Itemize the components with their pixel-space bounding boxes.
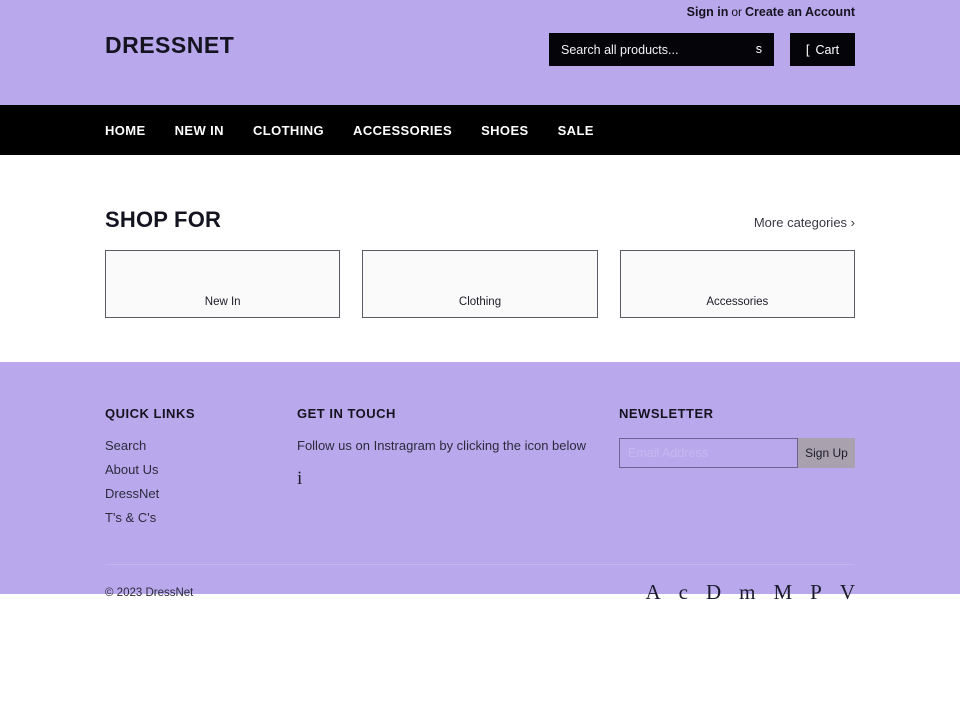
- maestro-icon: m: [739, 580, 756, 604]
- account-links: Sign in or Create an Account: [687, 5, 855, 19]
- cart-button[interactable]: [ Cart: [790, 33, 855, 66]
- search-input[interactable]: [561, 42, 741, 57]
- site-footer: QUICK LINKS Search About Us DressNet T's…: [0, 362, 960, 603]
- email-field[interactable]: [619, 438, 798, 468]
- more-categories-link[interactable]: More categories ›: [754, 215, 855, 230]
- mastercard-icon: M: [773, 580, 793, 604]
- category-card-label: Clothing: [458, 296, 502, 308]
- get-in-touch-title: GET IN TOUCH: [297, 406, 396, 421]
- nav-inner: HOME NEW IN CLOTHING ACCESSORIES SHOES S…: [105, 105, 855, 155]
- nav-item-clothing[interactable]: CLOTHING: [253, 123, 324, 138]
- footer-column-newsletter: NEWSLETTER Sign Up: [619, 406, 855, 534]
- footer-link-terms[interactable]: T's & C's: [105, 510, 297, 525]
- category-card-accessories[interactable]: Accessories: [619, 250, 855, 318]
- section-header: SHOP FOR More categories ›: [105, 207, 855, 233]
- payment-icon-list: A c D m M P V: [645, 582, 855, 603]
- search-icon[interactable]: s: [754, 43, 764, 56]
- sign-up-button[interactable]: Sign Up: [798, 438, 855, 468]
- get-in-touch-text: Follow us on Instragram by clicking the …: [297, 438, 587, 453]
- footer-link-dressnet[interactable]: DressNet: [105, 486, 297, 501]
- visa-icon: V: [839, 580, 855, 604]
- copyright-text: © 2023 DressNet: [105, 586, 194, 599]
- create-account-link[interactable]: Create an Account: [745, 5, 855, 19]
- category-card-label: Accessories: [706, 296, 769, 308]
- nav-item-accessories[interactable]: ACCESSORIES: [353, 123, 452, 138]
- cart-icon: [: [805, 42, 810, 57]
- instagram-icon[interactable]: i: [297, 469, 302, 488]
- account-separator: or: [731, 5, 743, 19]
- newsletter-title: NEWSLETTER: [619, 406, 714, 421]
- footer-bottom-bar: © 2023 DressNet A c D m M P V: [105, 564, 855, 603]
- category-card-new-in[interactable]: New In: [105, 250, 341, 318]
- footer-link-about-us[interactable]: About Us: [105, 462, 297, 477]
- site-header: DRESSNET Sign inorCreate an Account s [ …: [0, 0, 960, 105]
- newsletter-form: Sign Up: [619, 438, 855, 468]
- nav-item-home[interactable]: HOME: [105, 123, 146, 138]
- footer-link-search[interactable]: Search: [105, 438, 297, 453]
- page-title: SHOP FOR: [105, 207, 222, 232]
- category-card-list: New In Clothing Accessories: [105, 250, 855, 318]
- site-logo[interactable]: DRESSNET: [105, 34, 234, 57]
- apple-pay-icon: c: [678, 580, 688, 604]
- search-box[interactable]: s: [549, 33, 774, 66]
- cart-label: Cart: [815, 42, 840, 57]
- quick-links-title: QUICK LINKS: [105, 406, 195, 421]
- page-root: DRESSNET Sign inorCreate an Account s [ …: [0, 0, 960, 603]
- footer-column-quick-links: QUICK LINKS Search About Us DressNet T's…: [105, 406, 297, 534]
- footer-column-get-in-touch: GET IN TOUCH Follow us on Instragram by …: [297, 406, 619, 534]
- discover-icon: D: [705, 580, 722, 604]
- amex-icon: A: [645, 580, 661, 604]
- nav-item-shoes[interactable]: SHOES: [481, 123, 529, 138]
- nav-item-sale[interactable]: SALE: [558, 123, 594, 138]
- nav-item-new-in[interactable]: NEW IN: [175, 123, 224, 138]
- header-tools: s [ Cart: [549, 33, 855, 66]
- category-card-clothing[interactable]: Clothing: [362, 250, 598, 318]
- footer-columns: QUICK LINKS Search About Us DressNet T's…: [105, 406, 855, 534]
- paypal-icon: P: [810, 580, 822, 604]
- main-navigation: HOME NEW IN CLOTHING ACCESSORIES SHOES S…: [0, 105, 960, 155]
- category-card-label: New In: [204, 296, 241, 308]
- main-content: SHOP FOR More categories › New In Clothi…: [0, 155, 960, 362]
- sign-in-link[interactable]: Sign in: [687, 5, 729, 19]
